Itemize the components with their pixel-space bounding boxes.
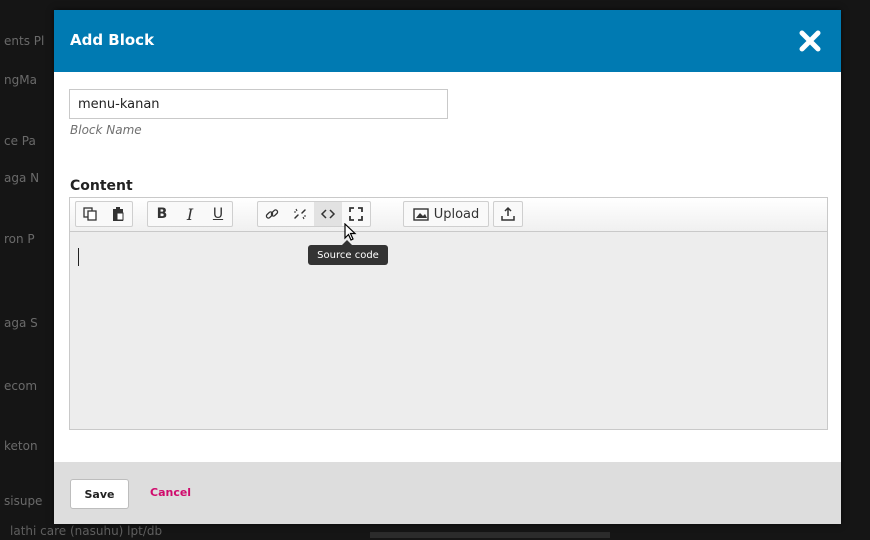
background-label: ecom — [4, 379, 38, 393]
paste-button[interactable] — [104, 202, 132, 226]
paste-icon — [113, 207, 124, 221]
save-button[interactable]: Save — [70, 479, 129, 509]
background-label: ngMa — [4, 73, 37, 87]
upload-group: Upload — [403, 201, 489, 227]
underline-button[interactable]: U — [204, 202, 232, 226]
background-label: ents Pl — [4, 34, 45, 48]
add-block-modal: Add Block Block Name Content — [54, 10, 841, 524]
source-code-icon — [320, 209, 336, 219]
background-label: aga S — [4, 316, 38, 330]
modal-header: Add Block — [54, 10, 841, 72]
mouse-cursor-icon — [344, 223, 357, 241]
editor-toolbar: B I U Upload — [70, 198, 827, 232]
underline-icon: U — [212, 206, 224, 222]
modal-title: Add Block — [70, 31, 155, 49]
text-caret — [78, 248, 79, 266]
link-button[interactable] — [258, 202, 286, 226]
modal-footer: Save Cancel — [54, 462, 841, 524]
block-name-input[interactable] — [69, 89, 448, 119]
unlink-icon — [294, 208, 306, 220]
download-group — [493, 201, 523, 227]
background-label: ce Pa — [4, 134, 36, 148]
content-editor: B I U Upload Source code — [69, 197, 828, 430]
background-label: keton — [4, 439, 38, 453]
italic-button[interactable]: I — [176, 202, 204, 226]
fullscreen-icon — [349, 207, 363, 221]
close-icon — [799, 30, 821, 52]
background-label: ron P — [4, 232, 35, 246]
bold-icon: B — [156, 206, 168, 222]
copy-icon — [83, 207, 97, 221]
upload-label: Upload — [433, 206, 480, 222]
unlink-button[interactable] — [286, 202, 314, 226]
format-group: B I U — [147, 201, 233, 227]
editor-content-area[interactable] — [70, 233, 827, 429]
block-name-hint: Block Name — [70, 123, 142, 137]
download-button[interactable] — [494, 202, 522, 226]
image-icon — [413, 208, 429, 221]
source-code-button[interactable] — [314, 202, 342, 226]
background-label: sisupe — [4, 494, 43, 508]
background-footer-bar — [370, 532, 610, 538]
close-button[interactable] — [797, 28, 823, 54]
background-label: aga N — [4, 171, 40, 185]
source-code-tooltip: Source code — [308, 245, 388, 265]
bold-button[interactable]: B — [148, 202, 176, 226]
italic-icon: I — [186, 204, 194, 224]
upload-button[interactable]: Upload — [404, 202, 488, 226]
cancel-link[interactable]: Cancel — [150, 486, 191, 499]
background-footer-text: lathi care (nasuhu) lpt/db — [10, 524, 163, 538]
content-label: Content — [70, 178, 133, 194]
download-icon — [501, 206, 515, 221]
clipboard-group — [75, 201, 133, 227]
copy-button[interactable] — [76, 202, 104, 226]
link-icon — [265, 209, 279, 219]
